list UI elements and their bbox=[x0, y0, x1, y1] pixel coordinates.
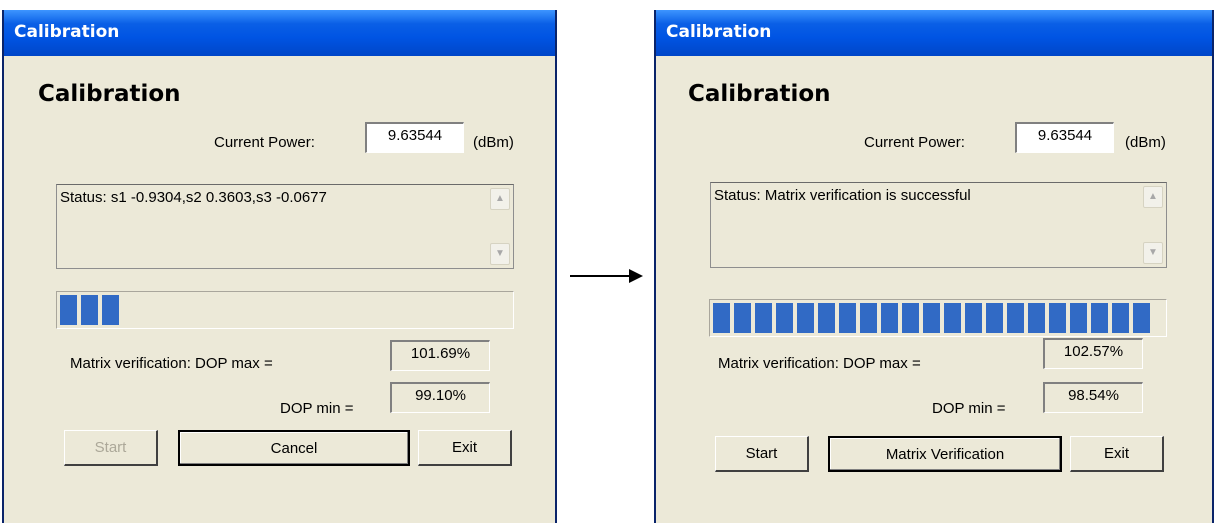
chevron-up-icon: ▲ bbox=[495, 193, 505, 204]
progress-segment bbox=[755, 303, 772, 333]
progress-segment bbox=[860, 303, 877, 333]
progress-segment bbox=[986, 303, 1003, 333]
window-title: Calibration bbox=[4, 10, 555, 56]
progress-segment bbox=[1091, 303, 1108, 333]
page-title: Calibration bbox=[688, 81, 831, 107]
scroll-up-button[interactable]: ▲ bbox=[490, 188, 510, 210]
progress-segment bbox=[1070, 303, 1087, 333]
page-title: Calibration bbox=[38, 81, 181, 107]
chevron-up-icon: ▲ bbox=[1148, 191, 1158, 202]
scroll-down-button[interactable]: ▼ bbox=[1143, 242, 1163, 264]
progress-segment bbox=[1028, 303, 1045, 333]
progress-bar bbox=[709, 299, 1167, 337]
status-textbox[interactable]: Status: Matrix verification is successfu… bbox=[710, 182, 1167, 268]
window-title: Calibration bbox=[656, 10, 1212, 56]
status-text: Status: Matrix verification is successfu… bbox=[714, 187, 971, 204]
scroll-down-button[interactable]: ▼ bbox=[490, 243, 510, 265]
progress-bar bbox=[56, 291, 514, 329]
progress-segment bbox=[902, 303, 919, 333]
progress-segment bbox=[881, 303, 898, 333]
exit-button[interactable]: Exit bbox=[418, 430, 512, 466]
current-power-label: Current Power: bbox=[214, 134, 315, 151]
progress-segment bbox=[944, 303, 961, 333]
status-text: Status: s1 -0.9304,s2 0.3603,s3 -0.0677 bbox=[60, 189, 327, 206]
unit-label: (dBm) bbox=[1125, 134, 1166, 151]
progress-segment bbox=[818, 303, 835, 333]
current-power-field[interactable]: 9.63544 bbox=[365, 122, 464, 153]
unit-label: (dBm) bbox=[473, 134, 514, 151]
chevron-down-icon: ▼ bbox=[1148, 247, 1158, 258]
arrow-right-icon bbox=[570, 275, 632, 277]
chevron-down-icon: ▼ bbox=[495, 248, 505, 259]
progress-segment bbox=[734, 303, 751, 333]
progress-segment bbox=[776, 303, 793, 333]
progress-segment bbox=[1112, 303, 1129, 333]
dop-max-label: Matrix verification: DOP max = bbox=[718, 355, 921, 372]
progress-segment bbox=[965, 303, 982, 333]
current-power-label: Current Power: bbox=[864, 134, 965, 151]
scroll-up-button[interactable]: ▲ bbox=[1143, 186, 1163, 208]
progress-segment bbox=[102, 295, 119, 325]
dop-min-value: 99.10% bbox=[390, 382, 490, 413]
progress-segment bbox=[797, 303, 814, 333]
dop-max-value: 101.69% bbox=[390, 340, 490, 371]
progress-segment bbox=[1133, 303, 1150, 333]
progress-segment bbox=[1007, 303, 1024, 333]
start-button[interactable]: Start bbox=[715, 436, 809, 472]
calibration-window-left: Calibration Calibration Current Power: 9… bbox=[2, 10, 557, 523]
dop-max-label: Matrix verification: DOP max = bbox=[70, 355, 273, 372]
calibration-window-right: Calibration Calibration Current Power: 9… bbox=[654, 10, 1214, 523]
progress-segment bbox=[923, 303, 940, 333]
progress-segment bbox=[60, 295, 77, 325]
matrix-verification-button[interactable]: Matrix Verification bbox=[828, 436, 1062, 472]
dop-min-label: DOP min = bbox=[280, 400, 354, 417]
arrow-head-icon bbox=[629, 269, 643, 283]
dop-min-label: DOP min = bbox=[932, 400, 1006, 417]
status-textbox[interactable]: Status: s1 -0.9304,s2 0.3603,s3 -0.0677 … bbox=[56, 184, 514, 269]
cancel-button[interactable]: Cancel bbox=[178, 430, 410, 466]
progress-segment bbox=[839, 303, 856, 333]
current-power-field[interactable]: 9.63544 bbox=[1015, 122, 1114, 153]
progress-segment bbox=[713, 303, 730, 333]
dop-max-value: 102.57% bbox=[1043, 338, 1143, 369]
dop-min-value: 98.54% bbox=[1043, 382, 1143, 413]
progress-segment bbox=[81, 295, 98, 325]
progress-segment bbox=[1049, 303, 1066, 333]
exit-button[interactable]: Exit bbox=[1070, 436, 1164, 472]
start-button[interactable]: Start bbox=[64, 430, 158, 466]
